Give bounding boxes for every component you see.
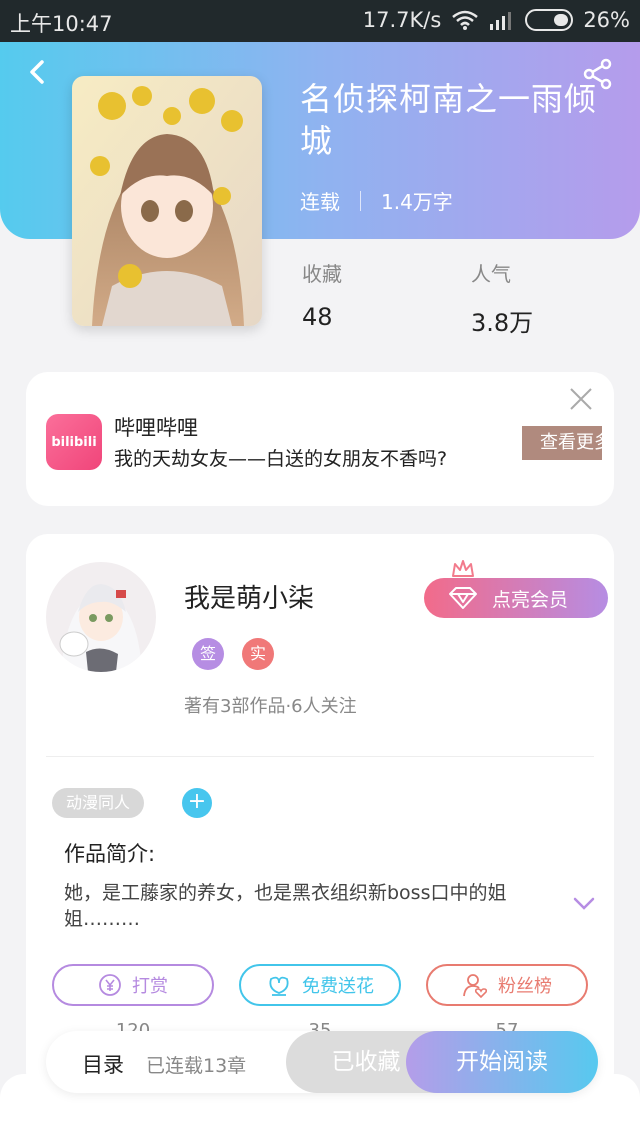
book-meta: 连载 1.4万字 <box>300 186 453 215</box>
status-bar: 上午10:47 17.7K/s 26% <box>0 0 640 42</box>
start-reading-button[interactable]: 开始阅读 <box>406 1031 598 1093</box>
ad-description: 我的天劫女友——白送的女朋友不香吗? <box>114 448 448 470</box>
battery-percent: 26% <box>583 8 630 32</box>
bottom-action-bar: 目录 已连载13章 已收藏 开始阅读 <box>46 1031 598 1093</box>
ad-view-more-button[interactable]: 查看更多 <box>522 426 602 460</box>
meta-divider <box>360 190 361 211</box>
crown-icon <box>452 560 474 577</box>
avatar[interactable] <box>46 562 156 672</box>
popularity-value: 3.8万 <box>471 309 534 337</box>
intro-text: 她，是工藤家的养女，也是黑衣组织新boss口中的姐姐……… <box>64 882 507 930</box>
book-word-count: 1.4万字 <box>381 190 453 214</box>
collect-label: 收藏 <box>302 262 342 286</box>
author-stats: 著有3部作品·6人关注 <box>184 696 357 717</box>
battery-icon <box>525 9 574 31</box>
ad-title: 哔哩哔哩 <box>114 416 198 440</box>
book-status: 连载 <box>300 190 340 214</box>
book-cover-illustration <box>72 76 262 326</box>
chevron-down-icon[interactable] <box>572 896 596 912</box>
popularity-stat: 人气 3.8万 <box>471 258 533 338</box>
author-name[interactable]: 我是萌小柒 <box>184 578 314 615</box>
collect-value: 48 <box>302 303 333 331</box>
book-cover[interactable] <box>72 76 262 326</box>
wifi-icon <box>452 10 479 30</box>
avatar-illustration <box>46 562 156 672</box>
add-tag-button[interactable]: + <box>182 788 212 818</box>
chapter-count: 已连载13章 <box>146 1055 247 1077</box>
fan-ranking-button[interactable]: 粉丝榜 <box>426 964 588 1006</box>
back-button[interactable] <box>22 56 54 88</box>
vip-button-label: 点亮会员 <box>492 588 569 611</box>
send-flower-button[interactable]: 免费送花 <box>239 964 401 1006</box>
popularity-label: 人气 <box>471 262 511 286</box>
divider <box>46 756 594 757</box>
genre-tag[interactable]: 动漫同人 <box>52 788 145 818</box>
verified-badge: 实 <box>242 638 274 670</box>
intro-label: 作品简介: <box>64 842 156 866</box>
signal-icon <box>490 12 512 30</box>
flower-icon <box>269 976 289 996</box>
collect-stat: 收藏 48 <box>302 258 342 331</box>
ad-card[interactable]: bilibili 哔哩哔哩 我的天劫女友——白送的女朋友不香吗? 查看更多 <box>26 372 614 506</box>
diamond-icon <box>449 587 477 609</box>
toc-button[interactable]: 目录 <box>82 1049 124 1079</box>
fan-ranking-label: 粉丝榜 <box>498 976 552 997</box>
yen-icon <box>99 974 121 996</box>
tip-label: 打赏 <box>132 976 168 997</box>
status-time: 上午10:47 <box>10 12 113 36</box>
author-card: 我是萌小柒 点亮会员 签 实 著有3部作品·6人关注 动漫同人 + 作品简介: … <box>26 534 614 1094</box>
vip-button[interactable]: 点亮会员 <box>424 578 608 618</box>
network-speed: 17.7K/s <box>362 8 442 32</box>
send-flower-label: 免费送花 <box>302 976 374 997</box>
book-title: 名侦探柯南之一雨倾城 <box>300 80 598 160</box>
tip-button[interactable]: 打赏 <box>52 964 214 1006</box>
fan-icon <box>463 974 488 998</box>
bilibili-logo: bilibili <box>46 414 102 470</box>
close-icon[interactable] <box>568 386 594 412</box>
signed-badge: 签 <box>192 638 224 670</box>
